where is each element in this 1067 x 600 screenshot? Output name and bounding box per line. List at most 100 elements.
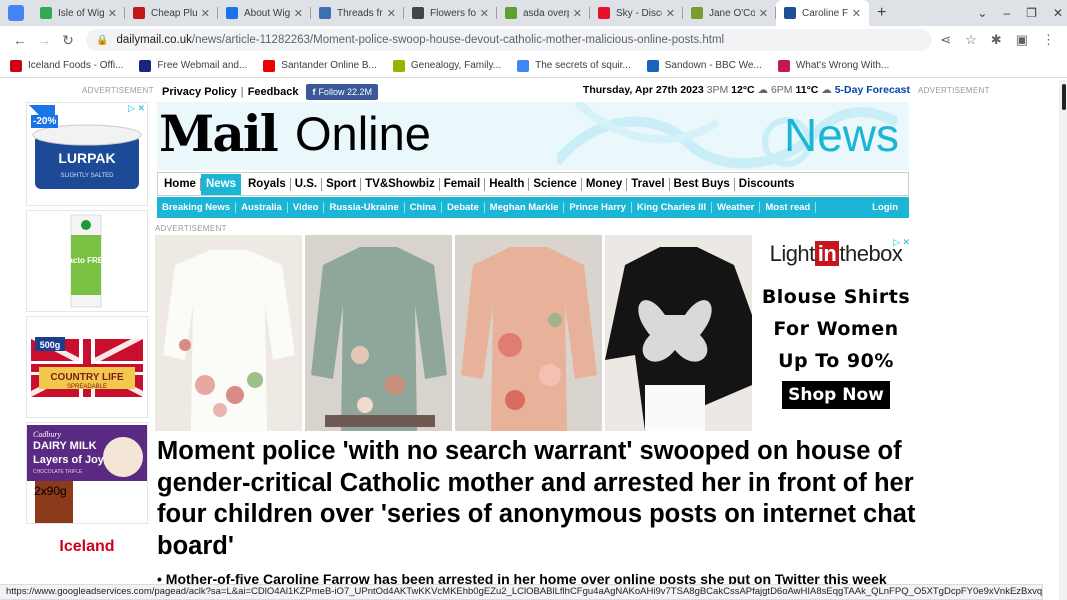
page-scrollbar[interactable] (1059, 80, 1067, 600)
iceland-logo[interactable]: Iceland (26, 528, 148, 556)
five-day-forecast-link[interactable]: 5-Day Forecast (835, 84, 910, 96)
tab-favicon-icon (40, 7, 52, 19)
adchoices-icon[interactable]: ▷ ✕ (128, 103, 145, 114)
size-text: 500g (40, 340, 61, 350)
subnav-item[interactable]: China (405, 202, 443, 213)
bookmark-label: The secrets of squir... (535, 60, 631, 71)
nav-item[interactable]: Femail (440, 177, 486, 191)
close-tab-icon[interactable]: ✕ (573, 7, 582, 20)
docs-icon[interactable] (8, 5, 24, 21)
nav-item[interactable]: U.S. (291, 177, 323, 191)
subnav-item[interactable]: Meghan Markle (485, 202, 565, 213)
login-link[interactable]: Login (867, 202, 903, 213)
nav-item[interactable]: Sport (322, 177, 362, 191)
lightinthebox-logo: Light in thebox (761, 241, 911, 267)
subnav-item[interactable]: Video (288, 202, 325, 213)
menu-icon[interactable]: ⋮ (1042, 32, 1055, 48)
masthead[interactable]: Mail Online News (157, 102, 909, 170)
close-tab-icon[interactable]: ✕ (480, 7, 489, 20)
ad-label: ADVERTISEMENT (918, 86, 990, 95)
browser-tab[interactable]: Cheap Plus ✕ (125, 0, 218, 26)
lurpak-ad[interactable]: LURPAK SLIGHTLY SALTED -20% ▷ ✕ (26, 102, 148, 206)
bookmark-item[interactable]: Santander Online B... (263, 59, 377, 72)
close-tab-icon[interactable]: ✕ (387, 7, 396, 20)
nav-item[interactable]: Royals (244, 177, 291, 191)
browser-tab[interactable]: About Wight ✕ (218, 0, 311, 26)
lightinthebox-banner-ad[interactable]: ▷ ✕ Light in thebox Blouse Shirts For Wome… (155, 235, 912, 431)
country-life-ad[interactable]: 500g COUNTRY LIFE SPREADABLE (26, 316, 148, 418)
bookmark-item[interactable]: Free Webmail and... (139, 59, 247, 72)
forward-button[interactable]: → (32, 32, 56, 48)
tab-title: Sky - Disco (616, 7, 662, 19)
side-panel-icon[interactable]: ▣ (1016, 32, 1028, 48)
bookmark-label: What's Wrong With... (795, 60, 890, 71)
weather-time-1: 3PM (706, 84, 729, 96)
bookmark-item[interactable]: Iceland Foods - Offi... (10, 59, 123, 72)
browser-tab[interactable]: Flowers for ✕ (404, 0, 497, 26)
browser-tab[interactable]: Isle of Wight ✕ (32, 0, 125, 26)
bookmark-item[interactable]: The secrets of squir... (517, 59, 631, 72)
country-life-sub-text: SPREADABLE (67, 384, 107, 390)
close-tab-icon[interactable]: ✕ (852, 7, 861, 20)
nav-item[interactable]: News (200, 173, 241, 195)
bookmark-label: Sandown - BBC We... (664, 60, 762, 71)
extensions-icon[interactable]: ✱ (991, 32, 1002, 48)
close-tab-icon[interactable]: ✕ (108, 7, 117, 20)
tab-search-icon[interactable]: ⌄ (977, 6, 987, 20)
tab-title: Isle of Wight (58, 7, 104, 19)
subnav-item[interactable]: Australia (236, 202, 288, 213)
browser-tab[interactable]: asda overp ✕ (497, 0, 590, 26)
subnav-item[interactable]: Weather (712, 202, 761, 213)
share-icon[interactable]: ⋖ (940, 32, 951, 48)
cadbury-ad[interactable]: Cadbury DAIRY MILK Layers of Joy CHOCOLA… (26, 422, 148, 524)
reload-button[interactable]: ↻ (56, 32, 80, 49)
lock-icon[interactable]: 🔒 (96, 35, 108, 46)
close-window-button[interactable]: ✕ (1053, 6, 1063, 20)
nav-item[interactable]: Money (582, 177, 628, 191)
webpage: ADVERTISEMENT ADVERTISEMENT LURPAK SLIGH… (0, 80, 1067, 584)
bookmark-item[interactable]: Genealogy, Family... (392, 59, 501, 72)
nav-item[interactable]: Science (529, 177, 582, 191)
back-button[interactable]: ← (8, 32, 32, 48)
browser-tab[interactable]: Sky - Disco ✕ (590, 0, 683, 26)
close-tab-icon[interactable]: ✕ (666, 7, 675, 20)
lactofree-ad[interactable]: Lacto FREE (26, 210, 148, 312)
browser-tab[interactable]: Caroline F ✕ (776, 0, 869, 26)
close-tab-icon[interactable]: ✕ (294, 7, 303, 20)
nav-item[interactable]: Discounts (735, 178, 799, 191)
minimize-button[interactable]: – (1003, 6, 1010, 20)
nav-item[interactable]: Home (160, 177, 201, 191)
bookmark-item[interactable]: Sandown - BBC We... (646, 59, 762, 72)
close-tab-icon[interactable]: ✕ (201, 7, 210, 20)
subnav-item[interactable]: Most read (760, 202, 817, 213)
restore-button[interactable]: ❐ (1026, 6, 1037, 20)
browser-tab[interactable]: Jane O'Co ✕ (683, 0, 776, 26)
bookmark-item[interactable]: What's Wrong With... (777, 59, 890, 72)
weather-widget[interactable]: Thursday, Apr 27th 2023 3PM 12°C ☁ 6PM 1… (583, 84, 910, 96)
privacy-policy-link[interactable]: Privacy Policy (162, 86, 237, 98)
subnav-item[interactable]: Breaking News (161, 202, 237, 213)
feedback-link[interactable]: Feedback (248, 86, 299, 98)
weather-temp-1: 12°C (731, 84, 755, 96)
article-bullet: • Mother-of-five Caroline Farrow has bee… (157, 571, 917, 584)
nav-item[interactable]: TV&Showbiz (361, 177, 440, 191)
subnav-item[interactable]: Debate (442, 202, 485, 213)
nav-item[interactable]: Travel (627, 177, 670, 191)
nav-item[interactable]: Health (485, 177, 530, 191)
shop-now-button[interactable]: Shop Now (782, 381, 890, 409)
facebook-follow-button[interactable]: f Follow 22.2M (306, 84, 378, 100)
bookmark-favicon-icon (139, 59, 152, 72)
green-floral-blouse-image (305, 235, 452, 431)
close-tab-icon[interactable]: ✕ (759, 7, 768, 20)
toolbar: ← → ↻ 🔒 dailymail.co.uk/news/article-112… (0, 26, 1067, 54)
subnav-item[interactable]: Prince Harry (564, 202, 632, 213)
new-tab-button[interactable]: + (877, 4, 886, 22)
subnav-item[interactable]: King Charles III (632, 202, 713, 213)
browser-tab[interactable]: Threads from ✕ (311, 0, 404, 26)
address-bar[interactable]: 🔒 dailymail.co.uk/news/article-11282263/… (86, 29, 933, 51)
scrollbar-thumb[interactable] (1062, 84, 1066, 110)
nav-item[interactable]: Best Buys (670, 177, 735, 191)
left-rail-ads[interactable]: LURPAK SLIGHTLY SALTED -20% ▷ ✕ Lacto FR… (26, 102, 148, 556)
subnav-item[interactable]: Russia-Ukraine (324, 202, 405, 213)
bookmark-star-icon[interactable]: ☆ (965, 32, 977, 48)
